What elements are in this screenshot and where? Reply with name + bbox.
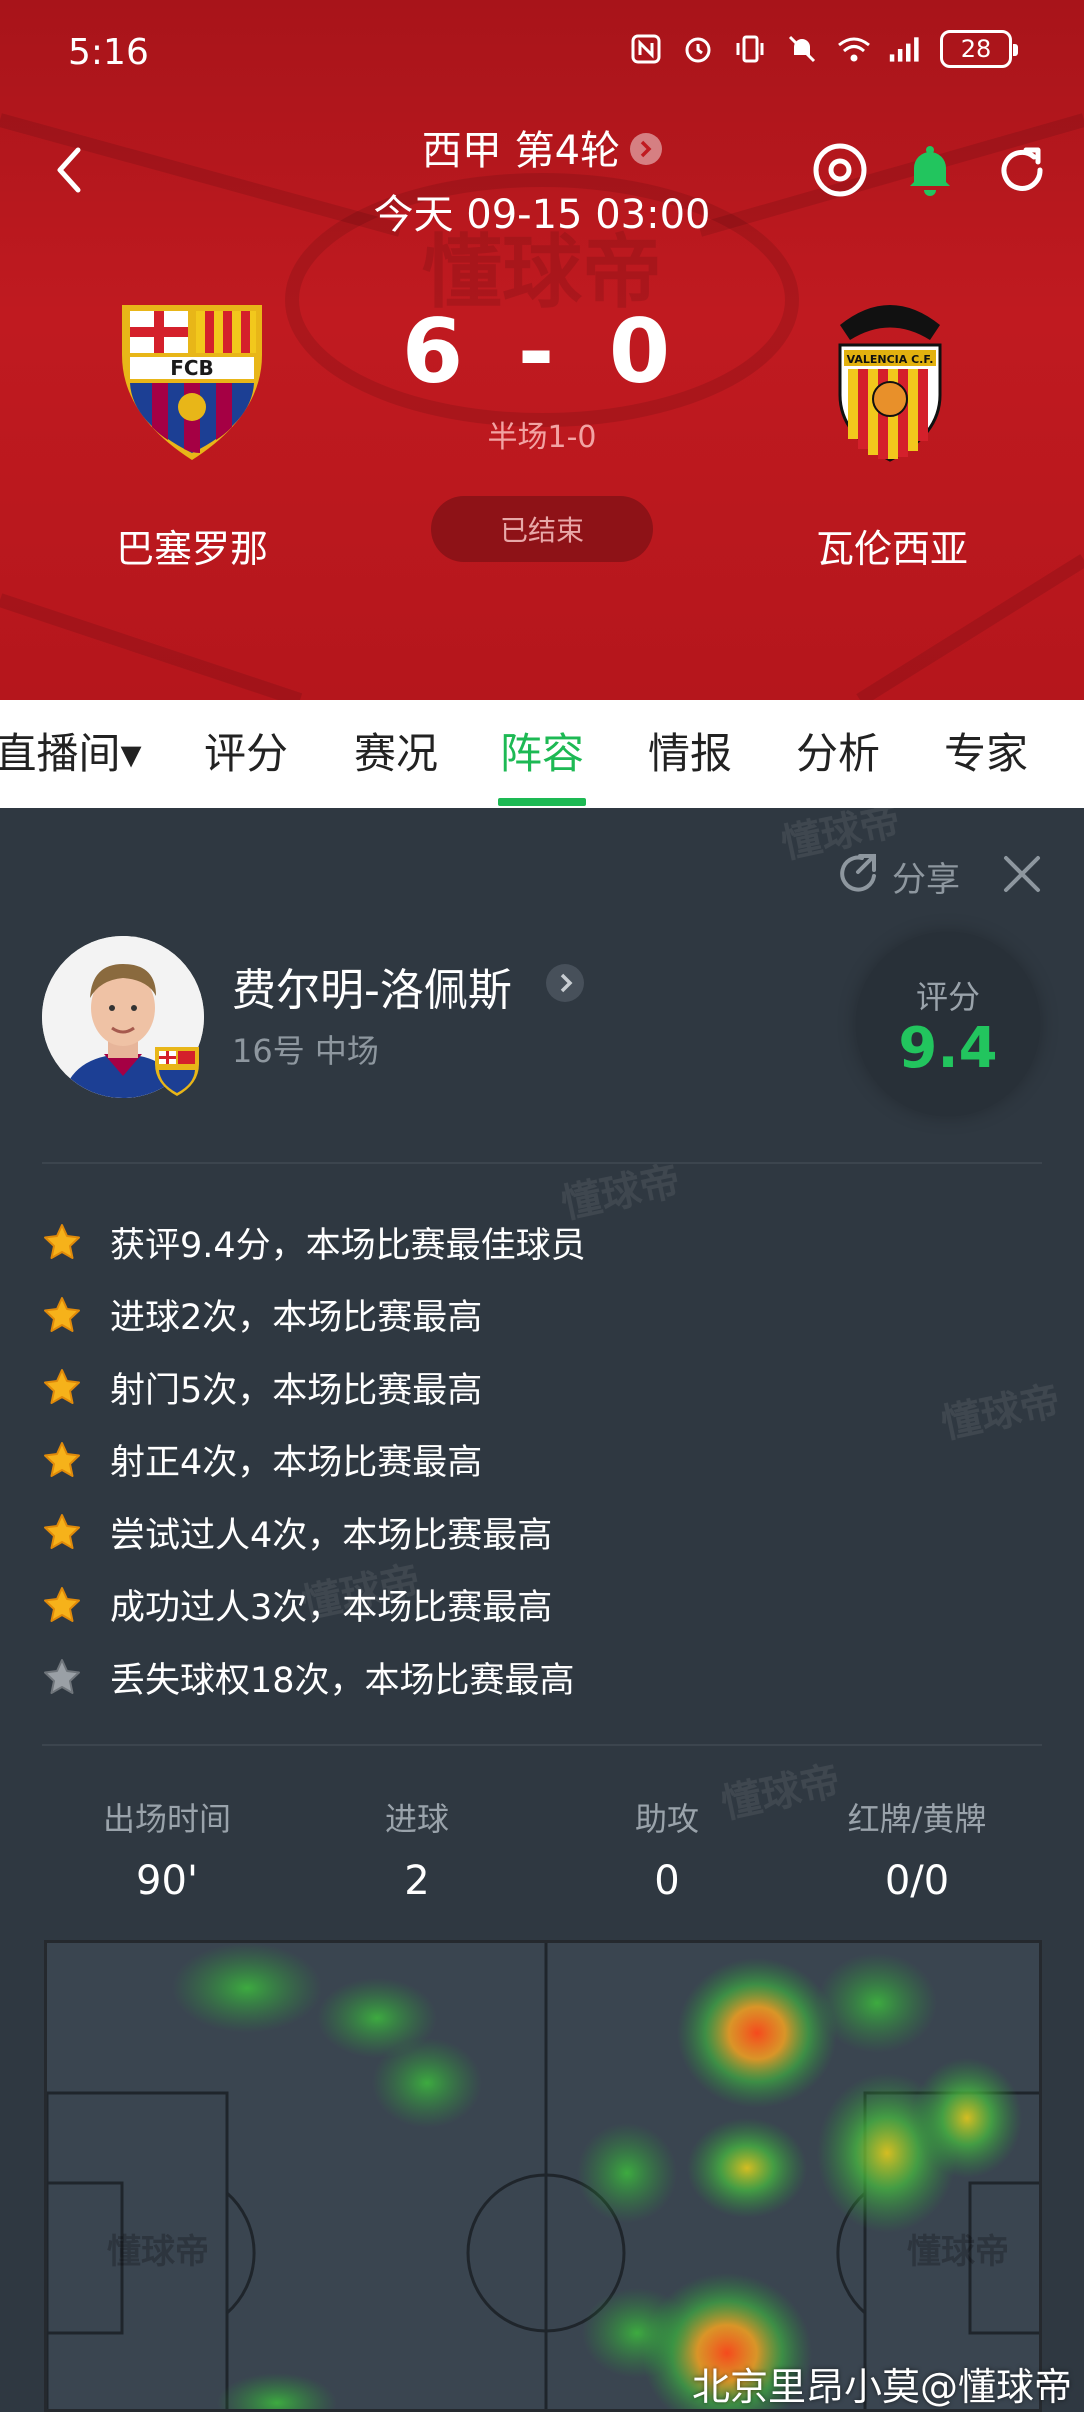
- list-item: 尝试过人4次，本场比赛最高: [42, 1496, 1042, 1569]
- stat-value: 2: [404, 1858, 430, 1904]
- heatmap-pitch: 懂球帝 懂球帝: [47, 1943, 1039, 2409]
- list-item: 进球2次，本场比赛最高: [42, 1279, 1042, 1352]
- tab-live-room[interactable]: 直播间▾: [0, 700, 148, 808]
- vibrate-icon: [732, 31, 768, 67]
- list-item: 丢失球权18次，本场比赛最高: [42, 1641, 1042, 1714]
- highlight-text: 射正4次，本场比赛最高: [110, 1443, 483, 1484]
- away-logo-text: VALENCIA C.F.: [847, 353, 934, 366]
- status-time: 5:16: [68, 32, 149, 73]
- stat-label: 出场时间: [102, 1800, 231, 1838]
- stat-label: 红牌/黄牌: [847, 1800, 987, 1838]
- tab-match-events[interactable]: 赛况: [346, 700, 446, 808]
- rating-badge: 评分 9.4: [856, 932, 1040, 1116]
- nfc-icon: [628, 31, 664, 67]
- share-row: 分享: [834, 848, 1044, 904]
- wifi-icon: [836, 31, 872, 67]
- target-icon[interactable]: [810, 140, 870, 200]
- stat-cards: 红牌/黄牌 0/0: [792, 1794, 1042, 1904]
- highlight-text: 尝试过人4次，本场比赛最高: [110, 1515, 553, 1556]
- home-team-name[interactable]: 巴塞罗那: [62, 518, 322, 573]
- tab-experts[interactable]: 专家: [936, 700, 1036, 808]
- player-stats: 出场时间 90' 进球 2 助攻 0 红牌/黄牌 0/0: [0, 1794, 1084, 1914]
- close-icon[interactable]: [1000, 852, 1044, 900]
- stat-minutes: 出场时间 90': [42, 1794, 292, 1904]
- rating-label: 评分: [915, 978, 980, 1016]
- image-credit: 北京里昂小莫@懂球帝: [691, 2365, 1072, 2409]
- mute-icon: [784, 31, 820, 67]
- highlight-text: 丢失球权18次，本场比赛最高: [110, 1660, 575, 1701]
- stat-label: 进球: [384, 1800, 449, 1838]
- tab-intel[interactable]: 情报: [640, 700, 740, 808]
- stat-label: 助攻: [634, 1800, 699, 1838]
- battery-indicator: 28: [940, 30, 1018, 68]
- stat-assists: 助攻 0: [542, 1794, 792, 1904]
- highlight-text: 射门5次，本场比赛最高: [110, 1370, 483, 1411]
- stat-value: 90': [136, 1858, 198, 1904]
- chevron-right-icon[interactable]: [546, 964, 584, 1002]
- list-item: 获评9.4分，本场比赛最佳球员: [42, 1206, 1042, 1279]
- signal-icon: [888, 31, 924, 67]
- gold-star-icon: [44, 1224, 80, 1260]
- status-bar: 5:16 28: [0, 0, 1084, 110]
- away-team-logo[interactable]: VALENCIA C.F.: [810, 295, 970, 465]
- divider: [42, 1744, 1042, 1746]
- stat-value: 0/0: [884, 1858, 950, 1904]
- share-icon[interactable]: [834, 850, 882, 902]
- highlights-list: 获评9.4分，本场比赛最佳球员 进球2次，本场比赛最高 射门5次，本场比赛最高 …: [42, 1206, 1042, 1714]
- gold-star-icon: [44, 1296, 80, 1332]
- chevron-right-icon: [630, 133, 663, 165]
- match-status-badge: 已结束: [431, 496, 653, 562]
- gray-star-icon: [44, 1659, 80, 1695]
- heatmap-watermark: 懂球帝: [907, 2232, 1009, 2272]
- away-team-name[interactable]: 瓦伦西亚: [762, 518, 1022, 573]
- gold-star-icon: [44, 1586, 80, 1622]
- status-icons: 28: [628, 30, 1018, 68]
- rating-value: 9.4: [898, 1016, 998, 1081]
- highlight-text: 进球2次，本场比赛最高: [110, 1298, 483, 1339]
- alarm-icon: [680, 31, 716, 67]
- gold-star-icon: [44, 1514, 80, 1550]
- player-name[interactable]: 费尔明-洛佩斯: [232, 954, 512, 1018]
- team-badge-icon: [155, 1047, 199, 1096]
- stat-goals: 进球 2: [292, 1794, 542, 1904]
- highlight-text: 获评9.4分，本场比赛最佳球员: [110, 1225, 586, 1266]
- tab-ratings[interactable]: 评分: [196, 700, 296, 808]
- refresh-icon[interactable]: [992, 140, 1052, 200]
- heatmap-watermark: 懂球帝: [107, 2232, 209, 2272]
- tab-bar: 直播间▾ 评分 赛况 阵容 情报 分析 专家: [0, 700, 1084, 808]
- match-header: 懂球帝 5:16 28 西甲 第4轮 今天 09-15 03:00 FCB 巴塞…: [0, 0, 1084, 700]
- player-number-position: 16号 中场: [232, 1032, 379, 1070]
- list-item: 成功过人3次，本场比赛最高: [42, 1569, 1042, 1642]
- gold-star-icon: [44, 1441, 80, 1477]
- list-item: 射门5次，本场比赛最高: [42, 1351, 1042, 1424]
- league-round-label: 西甲 第4轮: [421, 128, 621, 174]
- stat-value: 0: [654, 1858, 680, 1904]
- share-button[interactable]: 分享: [892, 852, 960, 901]
- list-item: 射正4次，本场比赛最高: [42, 1424, 1042, 1497]
- active-tab-indicator: [498, 798, 586, 806]
- gold-star-icon: [44, 1369, 80, 1405]
- highlight-text: 成功过人3次，本场比赛最高: [110, 1588, 553, 1629]
- divider: [42, 1162, 1042, 1164]
- bell-icon[interactable]: [900, 140, 960, 200]
- tab-lineup[interactable]: 阵容: [492, 700, 592, 808]
- heatmap: 懂球帝 懂球帝: [44, 1940, 1042, 2412]
